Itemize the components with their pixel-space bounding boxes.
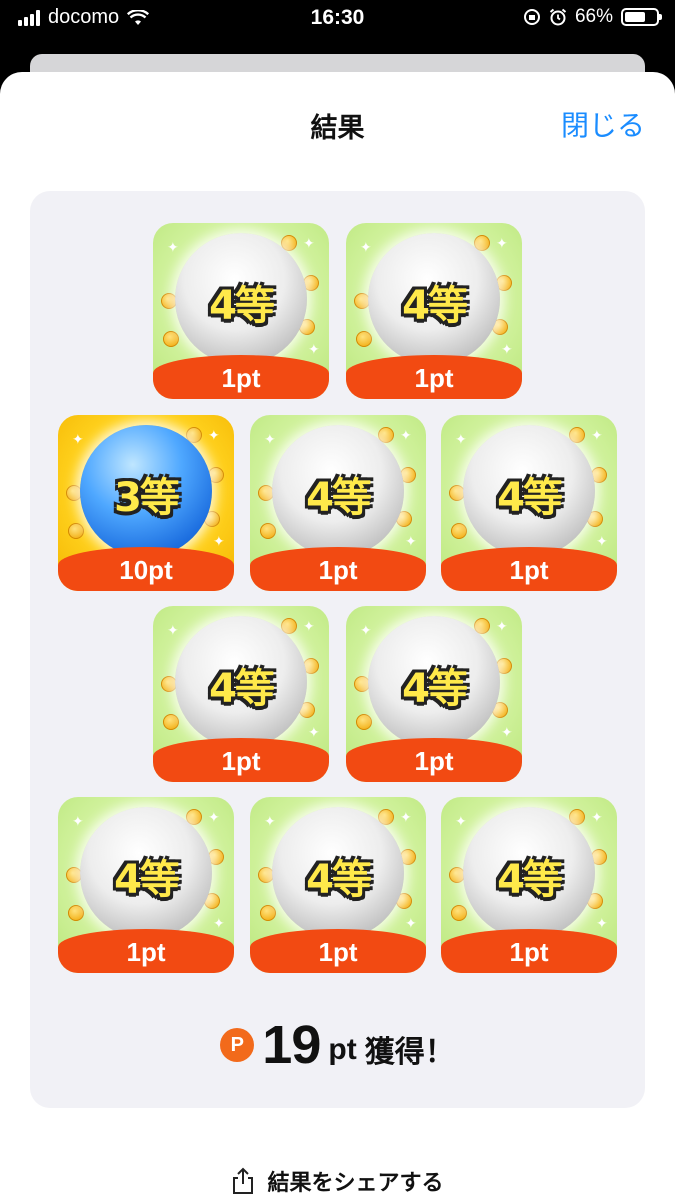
sparkle-icon: ✦ — [208, 810, 220, 826]
share-label: 結果をシェアする — [267, 1171, 444, 1196]
tile-rank: 4等 — [306, 475, 372, 521]
tile-points: 1pt — [250, 547, 426, 591]
tile-rank: 4等 — [114, 857, 180, 903]
sparkle-icon: ✦ — [213, 534, 225, 550]
sparkle-icon: ✦ — [360, 240, 372, 256]
sparkle-icon: ✦ — [72, 432, 84, 448]
sparkle-icon: ✦ — [308, 342, 320, 358]
orientation-lock-icon — [523, 9, 540, 25]
sparkle-icon: ✦ — [264, 814, 276, 830]
coin-icon — [260, 905, 276, 921]
coin-icon — [451, 905, 467, 921]
sparkle-icon: ✦ — [264, 432, 276, 448]
tile-points: 1pt — [346, 355, 522, 399]
status-bar: docomo 16:30 66% — [0, 0, 675, 40]
coin-icon — [451, 523, 467, 539]
sparkle-icon: ✦ — [303, 236, 315, 252]
coin-icon — [68, 905, 84, 921]
battery-percent: 66% — [574, 6, 613, 27]
result-tile[interactable]: ✦✦✦✦✦✦4等1pt — [153, 606, 329, 782]
sparkle-icon: ✦ — [72, 814, 84, 830]
sparkle-icon: ✦ — [308, 725, 320, 741]
alarm-icon — [549, 8, 567, 26]
result-tile[interactable]: ✦✦✦✦✦✦4等1pt — [250, 797, 426, 973]
sparkle-icon: ✦ — [400, 810, 412, 826]
result-tile[interactable]: ✦✦✦✦✦✦4等1pt — [250, 415, 426, 591]
tile-points: 1pt — [153, 355, 329, 399]
coin-icon — [163, 714, 179, 730]
sparkle-icon: ✦ — [208, 428, 220, 444]
total-suffix: 獲得！ — [364, 1035, 455, 1070]
sparkle-icon: ✦ — [501, 342, 513, 358]
result-tile[interactable]: ✦✦✦✦✦✦4等1pt — [346, 606, 522, 782]
tile-points: 1pt — [250, 929, 426, 973]
tile-points: 1pt — [441, 547, 617, 591]
tile-rank: 4等 — [306, 857, 372, 903]
sparkle-icon: ✦ — [496, 619, 508, 635]
sparkle-icon: ✦ — [501, 725, 513, 741]
sparkle-icon: ✦ — [405, 534, 417, 550]
points-icon: P — [220, 1028, 255, 1062]
sparkle-icon: ✦ — [303, 619, 315, 635]
share-icon — [233, 1167, 254, 1194]
tile-rank: 4等 — [209, 283, 275, 329]
battery-fill — [625, 12, 645, 22]
sparkle-icon: ✦ — [167, 240, 179, 256]
result-tile[interactable]: ✦✦✦✦✦✦3等10pt — [58, 415, 234, 591]
sparkle-icon: ✦ — [405, 916, 417, 932]
close-button[interactable]: 閉じる — [561, 104, 645, 144]
tile-rank: 4等 — [209, 666, 275, 712]
coin-icon — [68, 523, 84, 539]
result-sheet: 結果 閉じる ✦✦✦✦✦✦4等1pt✦✦✦✦✦✦4等1pt✦✦✦✦✦✦3等10p… — [0, 72, 675, 1200]
battery-icon — [621, 8, 662, 26]
tile-points: 1pt — [346, 738, 522, 782]
tile-rank: 4等 — [402, 283, 468, 329]
total-unit: pt — [328, 1033, 357, 1066]
tile-rank: 4等 — [402, 666, 468, 712]
share-button[interactable]: 結果をシェアする — [0, 1165, 675, 1197]
tile-points: 1pt — [153, 738, 329, 782]
sparkle-icon: ✦ — [596, 916, 608, 932]
sparkle-icon: ✦ — [213, 916, 225, 932]
total-points: P 19 pt 獲得！ — [0, 1015, 675, 1075]
sparkle-icon: ✦ — [591, 428, 603, 444]
sparkle-icon: ✦ — [400, 428, 412, 444]
result-tile[interactable]: ✦✦✦✦✦✦4等1pt — [346, 223, 522, 399]
status-right: 66% — [523, 6, 662, 28]
sparkle-icon: ✦ — [455, 432, 467, 448]
results-panel: ✦✦✦✦✦✦4等1pt✦✦✦✦✦✦4等1pt✦✦✦✦✦✦3等10pt✦✦✦✦✦✦… — [30, 191, 645, 1108]
result-tile[interactable]: ✦✦✦✦✦✦4等1pt — [58, 797, 234, 973]
coin-icon — [260, 523, 276, 539]
coin-icon — [356, 331, 372, 347]
sparkle-icon: ✦ — [591, 810, 603, 826]
tile-points: 1pt — [58, 929, 234, 973]
tile-rank: 3等 — [114, 475, 180, 521]
tile-rank: 4等 — [497, 475, 563, 521]
sparkle-icon: ✦ — [167, 623, 179, 639]
sparkle-icon: ✦ — [496, 236, 508, 252]
tile-rank: 4等 — [497, 857, 563, 903]
result-tile[interactable]: ✦✦✦✦✦✦4等1pt — [441, 415, 617, 591]
coin-icon — [163, 331, 179, 347]
sparkle-icon: ✦ — [455, 814, 467, 830]
tile-points: 1pt — [441, 929, 617, 973]
result-tile[interactable]: ✦✦✦✦✦✦4等1pt — [153, 223, 329, 399]
result-tile[interactable]: ✦✦✦✦✦✦4等1pt — [441, 797, 617, 973]
sparkle-icon: ✦ — [596, 534, 608, 550]
coin-icon — [356, 714, 372, 730]
sparkle-icon: ✦ — [360, 623, 372, 639]
tile-points: 10pt — [58, 547, 234, 591]
total-amount: 19 — [262, 1015, 321, 1075]
